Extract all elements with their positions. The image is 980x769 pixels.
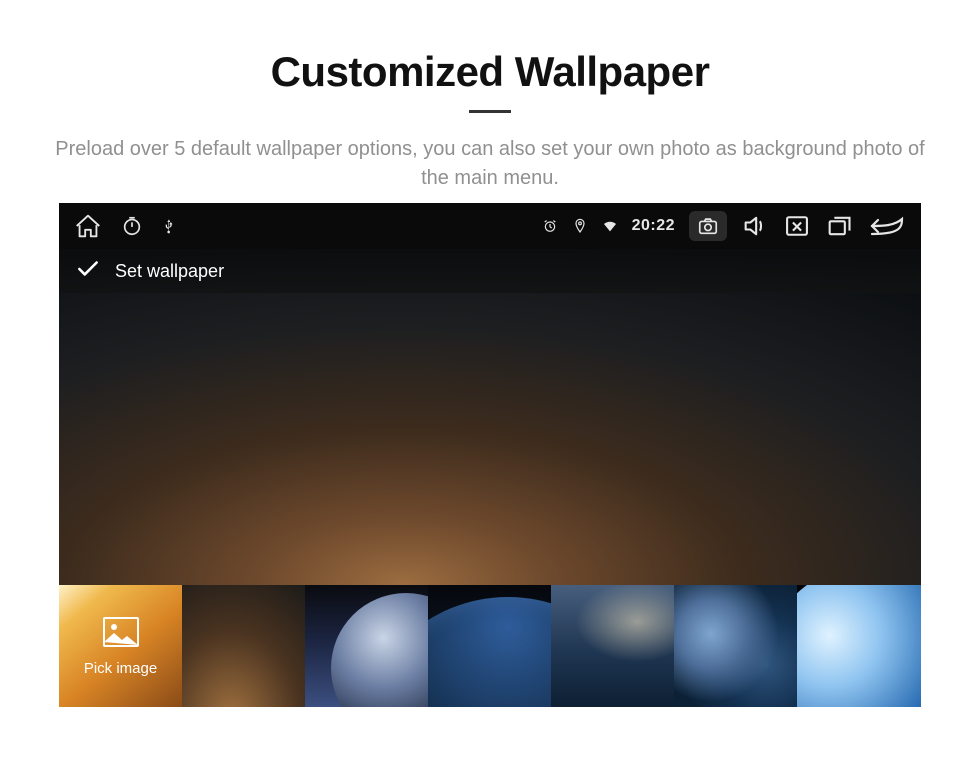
usb-icon <box>161 218 177 234</box>
page-title: Customized Wallpaper <box>0 48 980 96</box>
wallpaper-thumb-5[interactable] <box>674 585 797 707</box>
location-icon <box>572 218 588 234</box>
picture-icon <box>102 616 140 652</box>
pick-image-button[interactable]: Pick image <box>59 585 182 707</box>
screenshot-button[interactable] <box>689 211 727 241</box>
wallpaper-thumb-2[interactable] <box>305 585 428 707</box>
back-icon[interactable] <box>867 215 907 237</box>
timer-icon <box>121 215 143 237</box>
screen-title: Set wallpaper <box>115 261 224 282</box>
wallpaper-thumb-4[interactable] <box>551 585 674 707</box>
pick-image-label: Pick image <box>84 660 157 677</box>
alarm-icon <box>542 218 558 234</box>
page-subtitle: Preload over 5 default wallpaper options… <box>40 135 940 193</box>
volume-icon[interactable] <box>741 212 769 240</box>
recent-apps-icon[interactable] <box>825 212 853 240</box>
status-bar-right: 20:22 <box>542 211 907 241</box>
status-bar: 20:22 <box>59 203 921 249</box>
wallpaper-preview <box>59 293 921 585</box>
device-screen: 20:22 <box>59 203 921 707</box>
camera-icon <box>697 215 719 237</box>
home-icon[interactable] <box>73 212 103 240</box>
screen-title-row: Set wallpaper <box>59 249 921 293</box>
status-bar-left <box>73 212 177 240</box>
wallpaper-thumb-1[interactable] <box>182 585 305 707</box>
status-time: 20:22 <box>632 217 675 235</box>
wallpaper-thumb-3[interactable] <box>428 585 551 707</box>
title-underline <box>469 110 511 113</box>
wallpaper-thumb-6[interactable] <box>797 585 921 707</box>
thumbnail-strip: Pick image <box>59 585 921 707</box>
wifi-icon <box>602 218 618 234</box>
close-window-icon[interactable] <box>783 212 811 240</box>
check-icon[interactable] <box>75 256 101 287</box>
